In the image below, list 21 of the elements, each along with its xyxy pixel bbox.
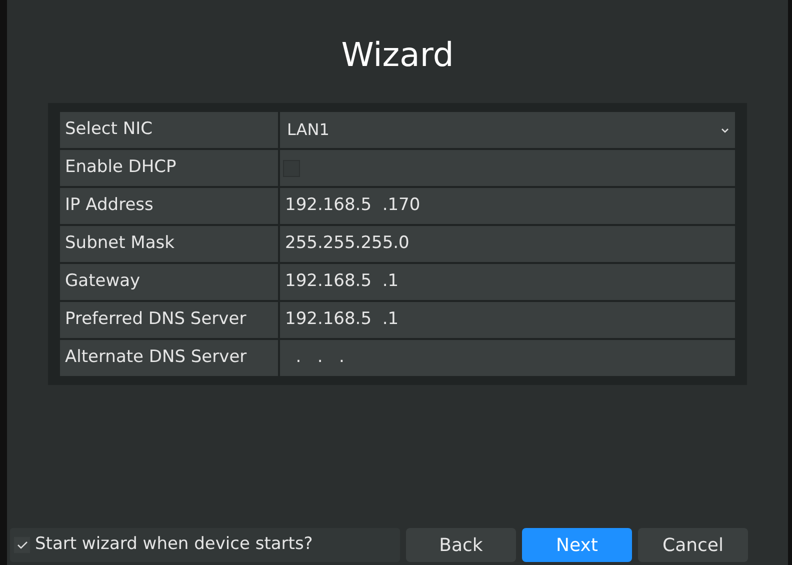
window-title: Wizard [341, 38, 454, 71]
field-label: Select NIC [60, 112, 278, 148]
field-label: IP Address [60, 188, 278, 224]
startup-option[interactable]: Start wizard when device starts? [10, 528, 400, 562]
nic-dropdown[interactable]: LAN1 [280, 112, 735, 148]
field-label: Subnet Mask [60, 226, 278, 262]
field-label: Preferred DNS Server [60, 302, 278, 338]
wizard-button[interactable]: Back [406, 528, 516, 562]
startup-label: Start wizard when device starts? [35, 533, 313, 556]
field-label: Enable DHCP [60, 150, 278, 186]
input-field[interactable]: 255.255.255.0 [280, 226, 735, 262]
input-field[interactable]: 192.168.5 .170 [280, 188, 735, 224]
check-icon [16, 540, 28, 550]
field-label: Alternate DNS Server [60, 340, 278, 376]
field-label: Gateway [60, 264, 278, 300]
wizard-button[interactable]: Cancel [638, 528, 748, 562]
chevron-down-icon [721, 128, 729, 132]
input-field[interactable]: 192.168.5 .1 [280, 264, 735, 300]
startup-checkbox[interactable] [14, 537, 30, 553]
input-field[interactable]: . . . [280, 340, 735, 376]
input-field[interactable]: 192.168.5 .1 [280, 302, 735, 338]
